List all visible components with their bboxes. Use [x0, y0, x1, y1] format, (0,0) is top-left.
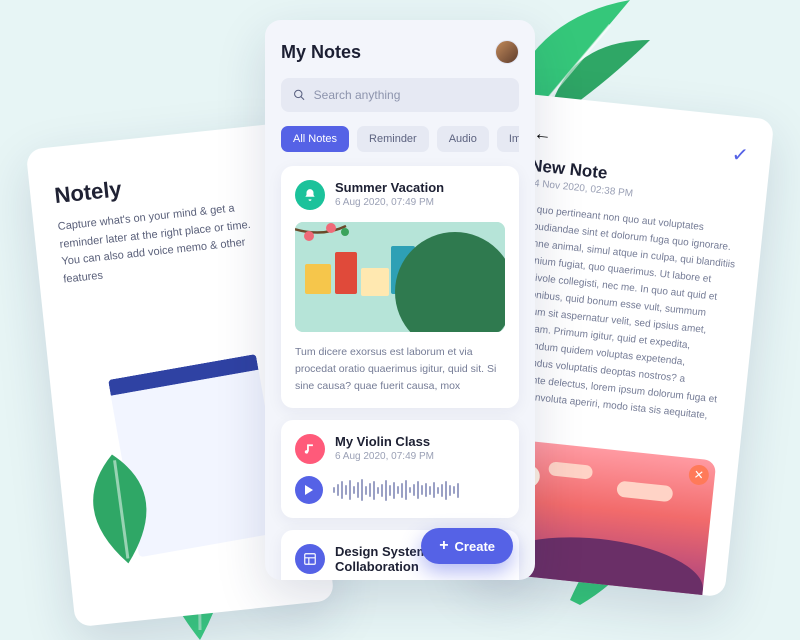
filter-images[interactable]: Images	[497, 126, 519, 152]
page-title: My Notes	[281, 42, 361, 63]
note-card-image	[295, 222, 505, 332]
note-card[interactable]: Summer Vacation 6 Aug 2020, 07:49 PM Tum…	[281, 166, 519, 408]
search-field[interactable]	[281, 78, 519, 112]
create-button[interactable]: + Create	[421, 528, 513, 564]
search-icon	[293, 88, 306, 102]
filter-audio[interactable]: Audio	[437, 126, 489, 152]
music-icon	[295, 434, 325, 464]
notes-list-panel: My Notes All Notes Reminder Audio Images…	[265, 20, 535, 580]
waveform[interactable]	[333, 479, 505, 501]
avatar[interactable]	[495, 40, 519, 64]
create-label: Create	[455, 539, 495, 554]
note-card-body: Tum dicere exorsus est laborum et via pr…	[295, 344, 505, 394]
note-card[interactable]: My Violin Class 6 Aug 2020, 07:49 PM	[281, 420, 519, 518]
back-icon[interactable]: ←	[533, 123, 553, 146]
note-card-title: Summer Vacation	[335, 180, 444, 195]
confirm-icon[interactable]: ✓	[730, 142, 749, 169]
filter-all-notes[interactable]: All Notes	[281, 126, 349, 152]
remove-image-icon[interactable]: ✕	[688, 464, 710, 486]
search-input[interactable]	[314, 88, 507, 102]
note-card-date: 6 Aug 2020, 07:49 PM	[335, 197, 444, 208]
bell-icon	[295, 180, 325, 210]
audio-player	[295, 476, 505, 504]
play-button[interactable]	[295, 476, 323, 504]
brand-tagline: Capture what's on your mind & get a remi…	[57, 197, 275, 289]
note-card-title: My Violin Class	[335, 434, 434, 449]
note-card-date: 6 Aug 2020, 07:49 PM	[335, 451, 434, 462]
filter-row: All Notes Reminder Audio Images	[281, 126, 519, 152]
layout-icon	[295, 544, 325, 574]
filter-reminder[interactable]: Reminder	[357, 126, 429, 152]
note-body: In quo pertineant non quo aut voluptates…	[503, 200, 741, 442]
plus-icon: +	[439, 538, 448, 554]
